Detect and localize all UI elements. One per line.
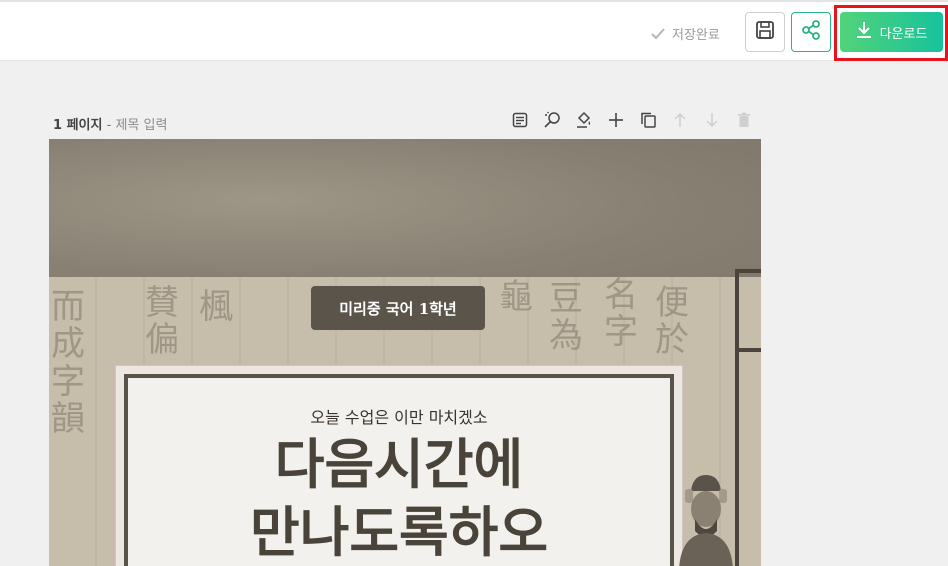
headline-line-1: 다음시간에 [274, 432, 524, 496]
title-card-inner: 오늘 수업은 이만 마치겠소 다음시간에 만나도록하오 [124, 374, 674, 566]
page-number: 1 페이지 [53, 118, 103, 133]
plus-icon [608, 112, 624, 132]
magic-search-button[interactable] [541, 111, 563, 133]
notes-icon [512, 112, 528, 132]
statue-image[interactable] [671, 469, 741, 566]
lead-text[interactable]: 오늘 수업은 이만 마치겠소 [128, 404, 670, 428]
trash-icon [737, 112, 751, 132]
save-status: 저장완료 [650, 24, 720, 43]
download-icon [856, 21, 872, 43]
page-separator: - [106, 118, 112, 133]
headline-line-2: 만나도록하오 [249, 500, 549, 564]
notes-button[interactable] [509, 111, 531, 133]
paint-bucket-icon [575, 111, 593, 133]
magic-search-icon [543, 111, 561, 133]
subtitle-badge[interactable]: 미리중 국어 1학년 [311, 286, 485, 330]
background-hanja: 豆為 [549, 279, 583, 357]
background-hanja: 名字 [604, 275, 638, 353]
background-hanja: 而成字韻 [51, 287, 85, 440]
design-canvas[interactable]: 而成字韻 賛偏 楓 龜 豆為 名字 便於 미리중 국어 1학년 오늘 수업은 이… [49, 139, 761, 566]
share-icon [800, 19, 822, 45]
headline-text[interactable]: 다음시간에 만나도록하오 [128, 430, 670, 566]
page-header: 1 페이지 - 제목 입력 [53, 114, 167, 133]
background-hanja: 楓 [199, 287, 233, 327]
floppy-disk-icon [755, 20, 775, 44]
copy-icon [640, 112, 656, 132]
download-label: 다운로드 [879, 26, 928, 42]
download-button[interactable]: 다운로드 [840, 12, 943, 52]
title-card[interactable]: 오늘 수업은 이만 마치겠소 다음시간에 만나도록하오 [115, 365, 683, 566]
save-button[interactable] [745, 12, 785, 52]
background-texture [49, 139, 761, 289]
page-title-input[interactable]: 제목 입력 [115, 118, 167, 133]
add-page-button[interactable] [605, 111, 627, 133]
check-icon [650, 27, 666, 41]
duplicate-page-button[interactable] [637, 111, 659, 133]
move-up-button[interactable] [669, 111, 691, 133]
share-button[interactable] [791, 12, 831, 52]
arrow-down-icon [705, 112, 719, 132]
fill-color-button[interactable] [573, 111, 595, 133]
delete-page-button[interactable] [733, 111, 755, 133]
arrow-up-icon [673, 112, 687, 132]
move-down-button[interactable] [701, 111, 723, 133]
top-bar: 저장완료 다운로드 [0, 0, 948, 61]
background-hanja: 龜 [499, 277, 533, 317]
background-hanja: 賛偏 [145, 283, 179, 361]
save-status-text: 저장완료 [672, 28, 720, 43]
background-hanja: 便於 [655, 283, 689, 361]
